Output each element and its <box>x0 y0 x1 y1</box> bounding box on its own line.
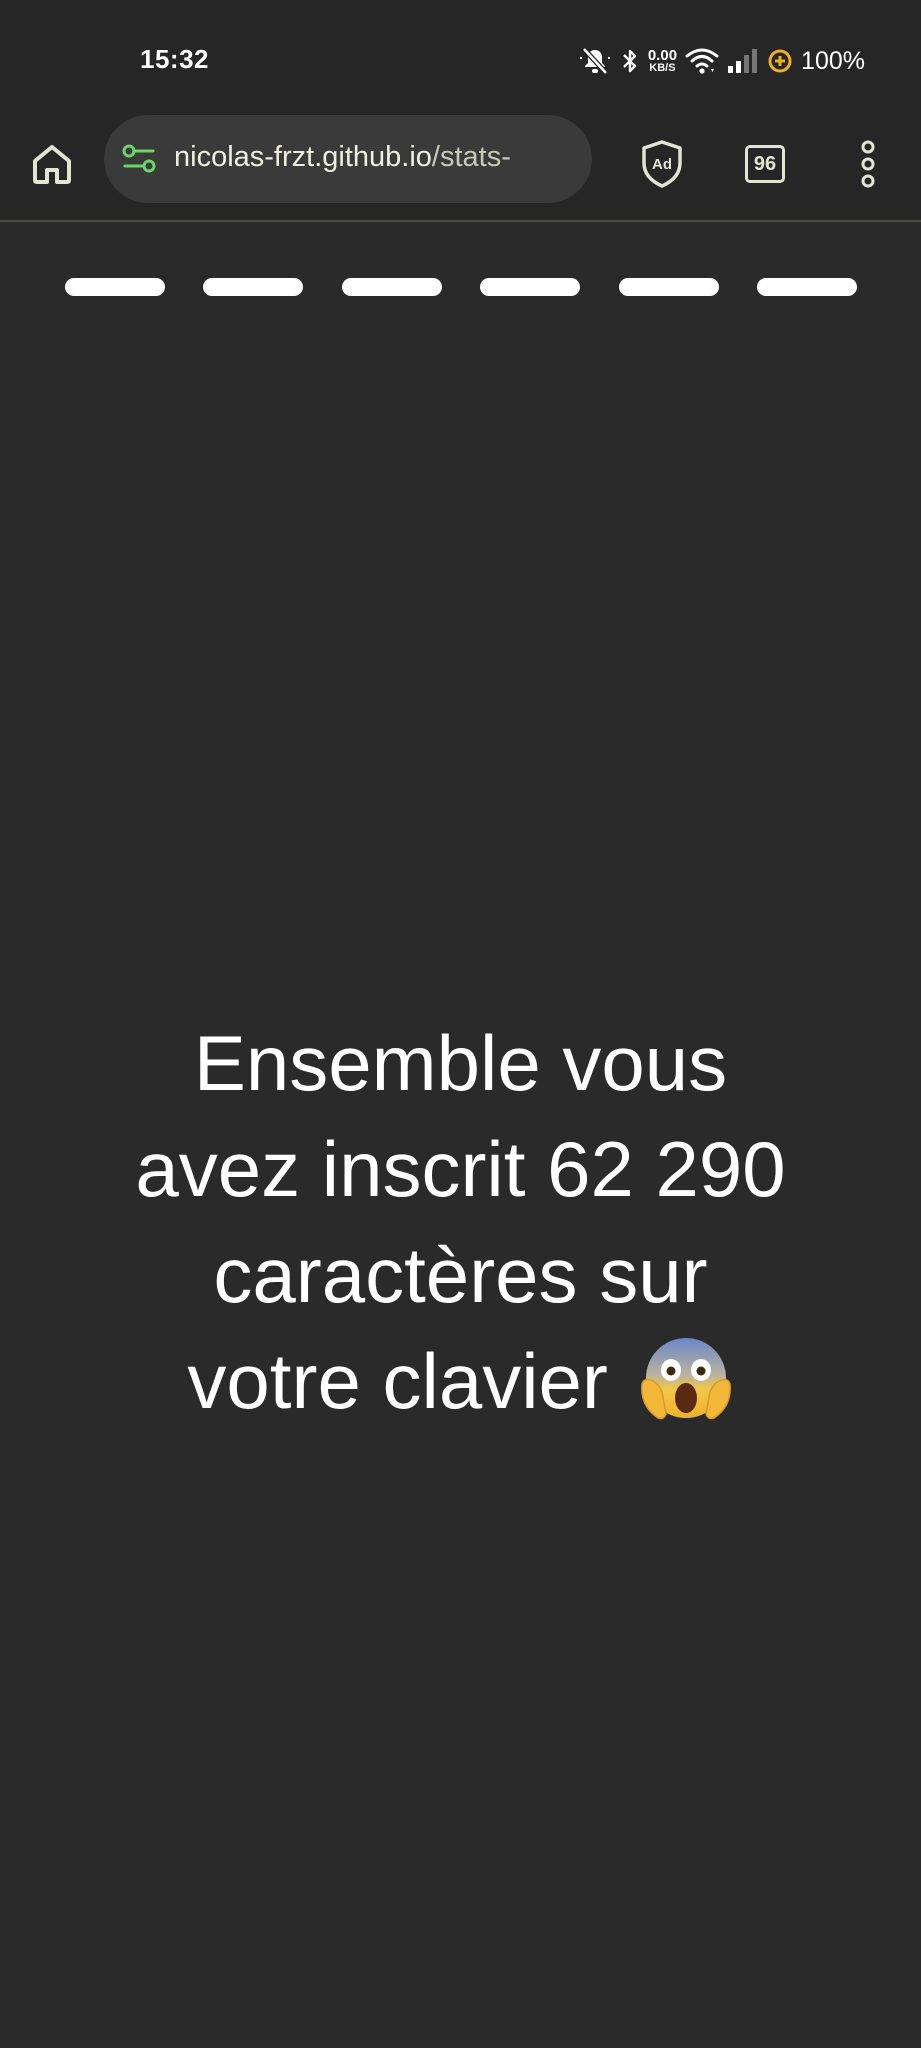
screaming-face-emoji-icon <box>640 1338 731 1420</box>
net-speed-value: 0.00 <box>647 47 678 64</box>
status-icons: 0.00 KB/S 100% <box>570 44 865 78</box>
more-menu-button[interactable] <box>838 134 898 194</box>
home-button[interactable] <box>22 134 82 194</box>
story-line-1: Ensemble vous <box>193 1019 728 1107</box>
ad-block-shield-icon: Ad <box>642 140 682 188</box>
status-bar: 15:32 0.00 KB/S 100% <box>0 0 921 110</box>
tabs-button[interactable]: 96 <box>735 134 795 194</box>
mute-icon <box>578 46 612 76</box>
bluetooth-icon <box>620 46 640 76</box>
progress-segment <box>756 278 857 296</box>
story-text: Ensemble vous avez inscrit 62 290 caract… <box>80 1010 841 1434</box>
story-line-2: avez inscrit 62 290 <box>135 1125 786 1213</box>
ad-block-button[interactable]: Ad <box>632 134 692 194</box>
story-line-4-wrap: votre clavier <box>80 1328 841 1434</box>
story-line-4: votre clavier <box>187 1337 608 1425</box>
signal-icon <box>727 48 759 74</box>
more-menu-icon <box>861 140 875 188</box>
net-speed: 0.00 KB/S <box>648 48 677 74</box>
svg-text:Ad: Ad <box>652 156 672 173</box>
progress-segment <box>65 278 165 296</box>
home-icon <box>33 145 71 184</box>
site-settings-icon <box>122 144 156 173</box>
story-progress <box>65 278 857 298</box>
url-host: nicolas-frzt.github.io <box>174 141 432 173</box>
status-time: 15:32 <box>140 44 209 74</box>
wifi-icon <box>685 47 719 75</box>
tabs-count: 96 <box>745 145 785 183</box>
progress-segment <box>480 278 581 296</box>
progress-segment <box>341 278 442 296</box>
battery-saver-icon <box>767 48 793 74</box>
progress-segment <box>618 278 719 296</box>
battery-percent: 100% <box>801 46 865 75</box>
url-bar[interactable]: nicolas-frzt.github.io/stats- <box>104 115 592 203</box>
story-line-3: caractères sur <box>213 1231 708 1319</box>
net-speed-unit: KB/S <box>649 62 676 74</box>
url-text: nicolas-frzt.github.io/stats- <box>174 141 511 174</box>
progress-segment <box>203 278 304 296</box>
url-path: /stats- <box>431 141 511 173</box>
